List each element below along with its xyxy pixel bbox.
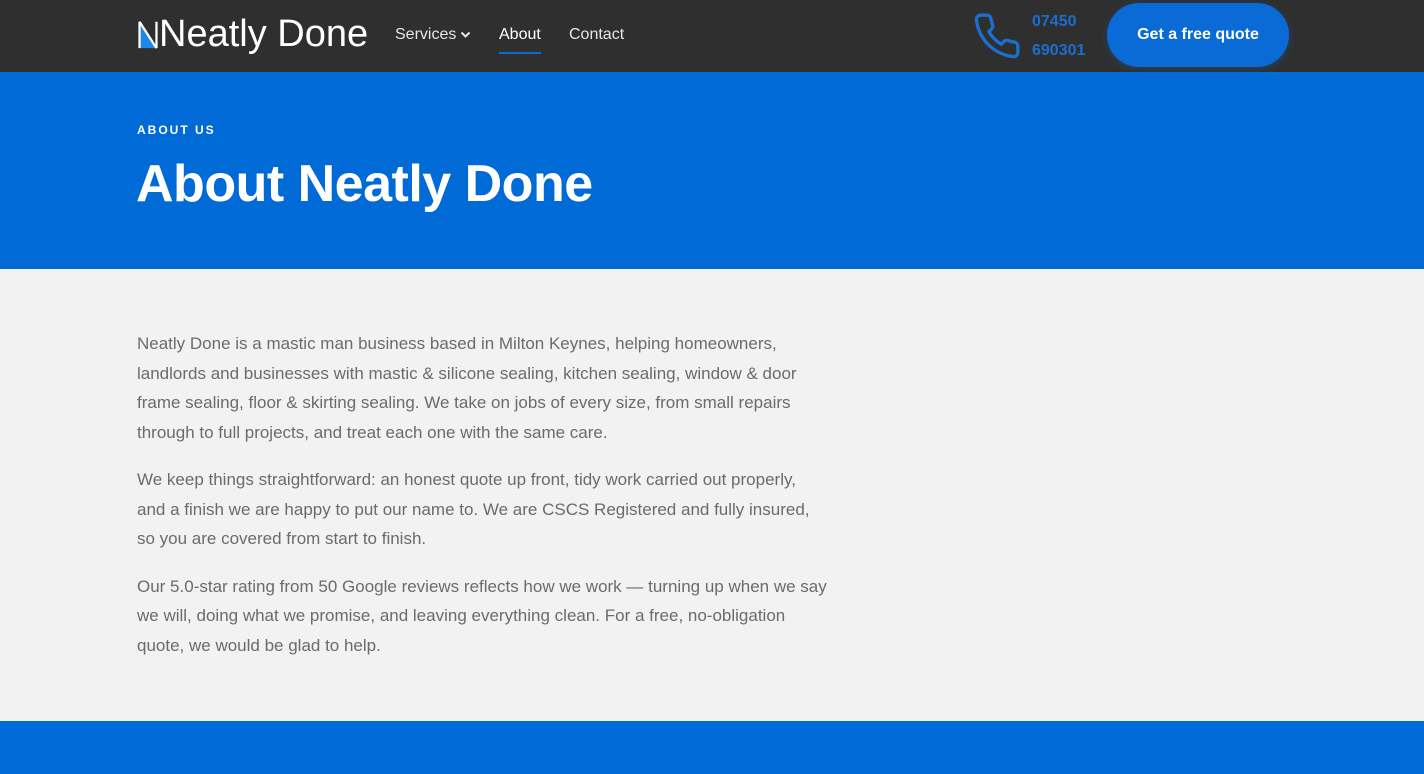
page-title: About Neatly Done xyxy=(136,155,593,213)
phone-link[interactable]: 07450 690301 xyxy=(972,8,1094,64)
footer-band xyxy=(0,721,1424,774)
phone-icon xyxy=(974,13,1020,59)
nav-item-services[interactable]: Services xyxy=(395,25,471,45)
chevron-down-icon xyxy=(461,31,471,38)
get-free-quote-button[interactable]: Get a free quote xyxy=(1107,3,1289,67)
phone-number-line: 07450 xyxy=(1032,13,1077,30)
logo-mark-icon xyxy=(138,21,158,49)
about-paragraph: We keep things straightforward: an hones… xyxy=(137,470,810,548)
hero-banner: ABOUT US About Neatly Done xyxy=(0,72,1424,269)
logo-text: Neatly Done xyxy=(159,13,369,55)
nav-item-about[interactable]: About xyxy=(499,25,541,54)
hero-eyebrow: ABOUT US xyxy=(137,123,216,137)
about-content: Neatly Done is a mastic man business bas… xyxy=(137,329,827,678)
phone-number-line: 690301 xyxy=(1032,42,1086,59)
site-header: Neatly Done Services About Contact 07450… xyxy=(0,0,1424,72)
about-paragraph: Our 5.0-star rating from 50 Google revie… xyxy=(137,576,827,655)
about-paragraph: Neatly Done is a mastic man business bas… xyxy=(137,334,797,442)
nav-item-label: Services xyxy=(395,26,457,43)
phone-number: 07450 690301 xyxy=(1032,7,1094,65)
site-logo[interactable]: Neatly Done xyxy=(137,12,368,56)
nav-item-label: Contact xyxy=(569,26,625,43)
nav-item-contact[interactable]: Contact xyxy=(569,25,624,45)
active-nav-underline xyxy=(499,52,541,54)
nav-item-label: About xyxy=(499,26,541,43)
